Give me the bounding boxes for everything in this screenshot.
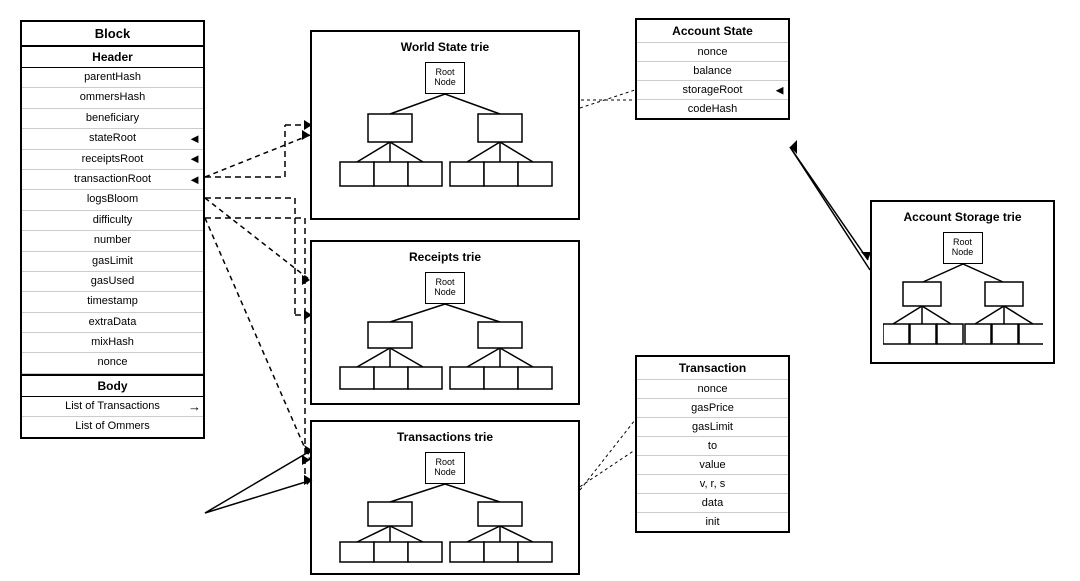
field-timestamp: timestamp <box>22 292 203 312</box>
world-state-tree: RootNode <box>320 62 570 194</box>
field-stateRoot: stateRoot ◄ <box>22 129 203 149</box>
header-title: Header <box>22 47 203 68</box>
transactions-trie-title: Transactions trie <box>320 430 570 444</box>
tx-gasPrice: gasPrice <box>637 399 788 418</box>
transaction-panel: Transaction nonce gasPrice gasLimit to v… <box>635 355 790 533</box>
diagram: Block Header parentHash ommersHash benef… <box>0 0 1080 581</box>
field-number: number <box>22 231 203 251</box>
receipts-root-node: RootNode <box>425 272 465 304</box>
body-title: Body <box>22 376 203 397</box>
world-state-root-node: RootNode <box>425 62 465 94</box>
world-state-trie-title: World State trie <box>320 40 570 54</box>
list-transactions-arrow-icon: → <box>188 397 201 415</box>
field-mixHash: mixHash <box>22 333 203 353</box>
account-storage-trie-panel: Account Storage trie RootNode <box>870 200 1055 364</box>
field-gasUsed: gasUsed <box>22 272 203 292</box>
account-storageRoot: storageRoot ◄ <box>637 81 788 100</box>
tx-gasLimit: gasLimit <box>637 418 788 437</box>
field-logsBloom: logsBloom <box>22 190 203 210</box>
tx-to: to <box>637 437 788 456</box>
block-title: Block <box>22 22 203 47</box>
tx-nonce: nonce <box>637 380 788 399</box>
account-storage-root-node: RootNode <box>943 232 983 264</box>
receipts-tree-svg <box>335 304 555 394</box>
account-storage-trie-title: Account Storage trie <box>880 210 1045 224</box>
tx-vrs: v, r, s <box>637 475 788 494</box>
account-codeHash: codeHash <box>637 100 788 118</box>
world-state-trie-panel: World State trie RootNode <box>310 30 580 220</box>
receipts-trie-panel: Receipts trie RootNode <box>310 240 580 405</box>
storageroot-arrow-icon: ◄ <box>773 83 786 98</box>
field-list-ommers: List of Ommers <box>22 417 203 436</box>
stateroot-arrow-icon: ◄ <box>188 130 201 148</box>
block-panel: Block Header parentHash ommersHash benef… <box>20 20 205 439</box>
field-transactionRoot: transactionRoot ◄ <box>22 170 203 190</box>
transactions-tree: RootNode <box>320 452 570 564</box>
tx-value: value <box>637 456 788 475</box>
field-extraData: extraData <box>22 313 203 333</box>
field-gasLimit: gasLimit <box>22 252 203 272</box>
field-ommersHash: ommersHash <box>22 88 203 108</box>
transactions-trie-panel: Transactions trie RootNode <box>310 420 580 575</box>
account-state-panel: Account State nonce balance storageRoot … <box>635 18 790 120</box>
transaction-title: Transaction <box>637 357 788 380</box>
field-nonce: nonce <box>22 353 203 373</box>
account-storage-tree-svg <box>883 264 1043 354</box>
field-receiptsRoot: receiptsRoot ◄ <box>22 150 203 170</box>
field-beneficiary: beneficiary <box>22 109 203 129</box>
receipts-tree: RootNode <box>320 272 570 394</box>
account-nonce: nonce <box>637 43 788 62</box>
field-parentHash: parentHash <box>22 68 203 88</box>
receipts-trie-title: Receipts trie <box>320 250 570 264</box>
tx-init: init <box>637 513 788 531</box>
transactions-tree-svg <box>335 484 555 564</box>
receiptsroot-arrow-icon: ◄ <box>188 150 201 168</box>
account-state-title: Account State <box>637 20 788 43</box>
tx-data: data <box>637 494 788 513</box>
field-difficulty: difficulty <box>22 211 203 231</box>
account-balance: balance <box>637 62 788 81</box>
account-storage-tree: RootNode <box>880 232 1045 354</box>
world-state-tree-svg <box>335 94 555 194</box>
transactionroot-arrow-icon: ◄ <box>188 171 201 189</box>
transactions-root-node: RootNode <box>425 452 465 484</box>
field-list-transactions: List of Transactions → <box>22 397 203 417</box>
